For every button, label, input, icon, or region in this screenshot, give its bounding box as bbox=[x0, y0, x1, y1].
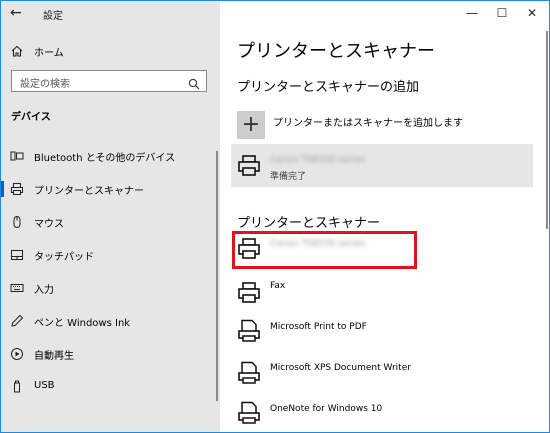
sidebar-item-input[interactable]: 入力 bbox=[1, 274, 220, 302]
back-arrow-icon: ← bbox=[10, 5, 22, 21]
settings-search-input[interactable]: 設定の検索 bbox=[11, 70, 207, 92]
maximize-button[interactable]: ☐ bbox=[489, 3, 515, 23]
add-printer-button[interactable]: + bbox=[237, 111, 265, 139]
usb-icon bbox=[10, 380, 24, 394]
window-title: 設定 bbox=[43, 11, 63, 22]
bluetooth-devices-icon bbox=[10, 149, 24, 163]
category-heading: デバイス bbox=[11, 112, 51, 123]
pen-icon bbox=[10, 314, 24, 328]
home-label: ホーム bbox=[34, 48, 64, 59]
printer-name[interactable]: OneNote for Windows 10 bbox=[270, 404, 382, 414]
minimize-icon: — bbox=[466, 6, 478, 20]
add-printer-label[interactable]: プリンターまたはスキャナーを追加します bbox=[273, 114, 463, 129]
sidebar-item-touchpad[interactable]: タッチパッド bbox=[1, 241, 220, 269]
sidebar-item-mouse[interactable]: マウス bbox=[1, 208, 220, 236]
mouse-icon bbox=[10, 215, 24, 229]
sidebar-item-label: タッチパッド bbox=[34, 252, 94, 263]
virtual-printer-icon bbox=[237, 361, 261, 385]
sidebar-item-label: Bluetooth とその他のデバイス bbox=[34, 153, 176, 164]
highlight-box bbox=[232, 231, 417, 269]
sidebar-item-printers[interactable]: プリンターとスキャナー bbox=[1, 175, 220, 203]
fax-printer-icon bbox=[237, 281, 261, 305]
printer-list-title: プリンターとスキャナー bbox=[237, 216, 381, 231]
maximize-icon: ☐ bbox=[496, 6, 508, 20]
close-button[interactable]: ✕ bbox=[519, 3, 545, 23]
sidebar-item-label: 入力 bbox=[34, 285, 54, 296]
virtual-printer-icon bbox=[237, 319, 261, 343]
home-link[interactable]: ホーム bbox=[1, 37, 220, 65]
selected-printer-status: 準備完了 bbox=[270, 172, 307, 182]
sidebar: ← 設定 ホーム 設定の検索 デバイス Bluetooth とその他のデバイス bbox=[1, 1, 220, 432]
printer-name[interactable]: Fax bbox=[270, 281, 285, 291]
sidebar-scrollbar[interactable] bbox=[216, 151, 218, 401]
search-icon[interactable] bbox=[188, 75, 200, 90]
sidebar-item-autoplay[interactable]: 自動再生 bbox=[1, 340, 220, 368]
sidebar-item-label: USB bbox=[34, 380, 55, 391]
plus-icon: + bbox=[241, 112, 261, 137]
sidebar-item-pen[interactable]: ペンと Windows Ink bbox=[1, 307, 220, 335]
page-title: プリンターとスキャナー bbox=[237, 41, 435, 62]
sidebar-item-label: プリンターとスキャナー bbox=[34, 186, 144, 197]
sidebar-item-label: 自動再生 bbox=[34, 351, 74, 362]
close-icon: ✕ bbox=[526, 6, 538, 20]
sidebar-item-label: マウス bbox=[34, 219, 64, 230]
printer-name[interactable]: Microsoft XPS Document Writer bbox=[270, 363, 411, 373]
search-placeholder: 設定の検索 bbox=[20, 79, 70, 90]
printer-icon bbox=[10, 182, 24, 196]
virtual-printer-icon bbox=[237, 401, 261, 425]
home-icon bbox=[10, 44, 24, 58]
selected-printer-name: Canon TS8330 series bbox=[270, 155, 366, 165]
keyboard-icon bbox=[10, 281, 24, 295]
minimize-button[interactable]: — bbox=[459, 3, 485, 23]
printer-icon bbox=[237, 154, 261, 178]
main-scrollbar[interactable] bbox=[546, 31, 548, 229]
title-bar: ← 設定 bbox=[1, 1, 220, 27]
sidebar-item-label: ペンと Windows Ink bbox=[34, 318, 131, 329]
sidebar-item-usb[interactable]: USB bbox=[1, 373, 220, 401]
back-button[interactable]: ← bbox=[10, 4, 26, 22]
printer-name[interactable]: Microsoft Print to PDF bbox=[270, 322, 367, 332]
sidebar-item-bluetooth[interactable]: Bluetooth とその他のデバイス bbox=[1, 142, 220, 170]
autoplay-icon bbox=[10, 347, 24, 361]
add-section-title: プリンターとスキャナーの追加 bbox=[237, 80, 420, 95]
settings-window: ← 設定 ホーム 設定の検索 デバイス Bluetooth とその他のデバイス bbox=[0, 0, 550, 433]
touchpad-icon bbox=[10, 248, 24, 262]
